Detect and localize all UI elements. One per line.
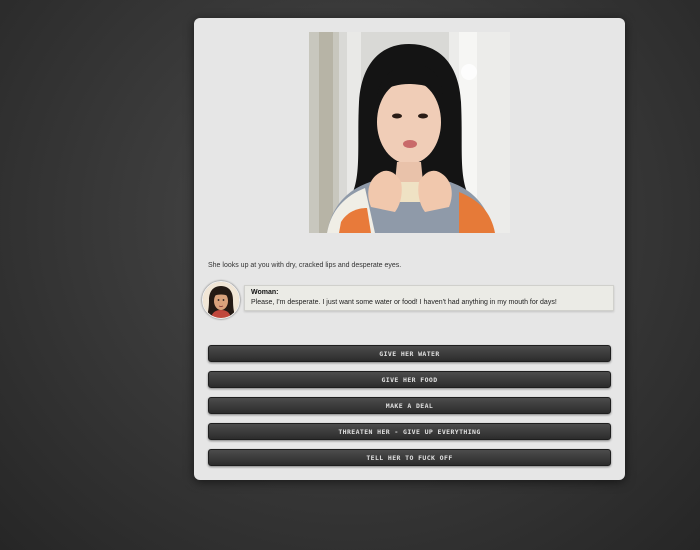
- choice-tell-off-button[interactable]: TELL HER TO FUCK OFF: [208, 449, 611, 466]
- choice-threaten-button[interactable]: THREATEN HER - GIVE UP EVERYTHING: [208, 423, 611, 440]
- choice-give-water-button[interactable]: GIVE HER WATER: [208, 345, 611, 362]
- woman-portrait: [309, 32, 510, 233]
- speech-bubble: Woman: Please, I'm desperate. I just wan…: [244, 285, 614, 311]
- choice-list: GIVE HER WATER GIVE HER FOOD MAKE A DEAL…: [208, 345, 611, 475]
- choice-make-deal-button[interactable]: MAKE A DEAL: [208, 397, 611, 414]
- narration-text: She looks up at you with dry, cracked li…: [208, 262, 402, 269]
- choice-give-food-button[interactable]: GIVE HER FOOD: [208, 371, 611, 388]
- scene-image: [309, 32, 510, 233]
- speaker-avatar: [202, 281, 240, 319]
- woman-avatar-icon: [203, 282, 239, 318]
- dialogue-block: Woman: Please, I'm desperate. I just wan…: [202, 281, 614, 319]
- game-panel: She looks up at you with dry, cracked li…: [194, 18, 625, 480]
- speech-text: Please, I'm desperate. I just want some …: [251, 299, 557, 306]
- speaker-name: Woman:: [251, 289, 279, 296]
